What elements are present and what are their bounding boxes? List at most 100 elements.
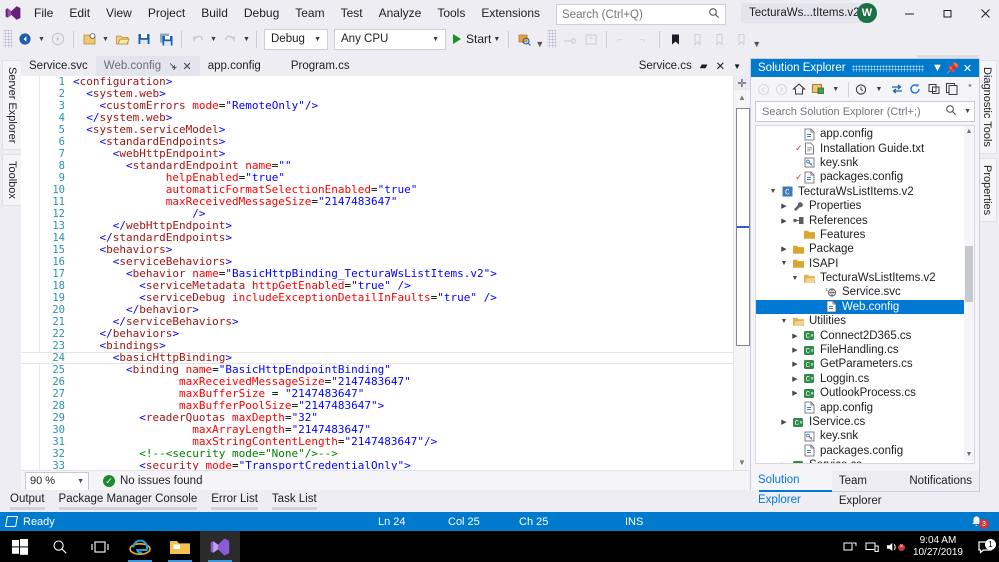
menu-build[interactable]: Build: [193, 0, 236, 26]
tab-list-icon[interactable]: ▰: [696, 61, 712, 72]
tree-item[interactable]: ▶CGetParameters.cs: [756, 357, 974, 371]
solution-explorer-search-box[interactable]: ▼: [755, 101, 975, 122]
maximize-button[interactable]: [928, 0, 966, 26]
tab-error-list[interactable]: Error List: [211, 490, 266, 510]
clock[interactable]: 9:04 AM 10/27/2019: [905, 535, 971, 559]
dock-tab-properties[interactable]: Properties: [978, 158, 997, 222]
tree-item[interactable]: packages.config: [756, 444, 974, 458]
tree-item[interactable]: app.config: [756, 127, 974, 141]
quick-search-box[interactable]: [556, 4, 726, 25]
network-icon[interactable]: [861, 541, 883, 553]
switch-views-icon[interactable]: [809, 79, 827, 99]
action-center-button[interactable]: 1: [971, 539, 999, 555]
tree-expander-icon[interactable]: ▶: [778, 461, 790, 464]
tree-item[interactable]: ▼CTecturaWsListItems.v2: [756, 185, 974, 199]
tree-scroll-thumb[interactable]: [965, 246, 973, 302]
collapse-all-icon[interactable]: [924, 79, 942, 99]
document-tab-app-config[interactable]: app.config: [200, 56, 269, 76]
tab-overflow-icon[interactable]: ▼: [729, 62, 745, 71]
tree-expander-icon[interactable]: ▶: [778, 418, 790, 426]
menu-extensions[interactable]: Extensions: [473, 0, 548, 26]
tree-item[interactable]: ▶CService.cs: [756, 458, 974, 464]
attach-to-process-icon[interactable]: [513, 28, 535, 50]
tree-expander-icon[interactable]: ▼: [778, 260, 790, 267]
menu-test[interactable]: Test: [333, 0, 371, 26]
tree-expander-icon[interactable]: ▶: [778, 217, 790, 225]
solution-search-input[interactable]: [760, 105, 940, 119]
window-menu-icon[interactable]: ▼: [930, 62, 945, 74]
dock-tab-toolbox[interactable]: Toolbox: [2, 154, 21, 206]
pending-changes-dropdown-icon[interactable]: ▼: [870, 79, 888, 99]
tree-item[interactable]: ▼ISAPI: [756, 257, 974, 271]
sync-with-active-document-icon[interactable]: [888, 79, 906, 99]
home-icon[interactable]: [790, 79, 808, 99]
switch-views-dropdown-icon[interactable]: ▼: [827, 79, 845, 99]
tree-expander-icon[interactable]: ▼: [789, 275, 801, 282]
tab-notifications[interactable]: Notifications: [902, 471, 979, 491]
tree-item[interactable]: ▶Properties: [756, 199, 974, 213]
tree-item[interactable]: ▶CConnect2D365.cs: [756, 328, 974, 342]
close-document-icon[interactable]: ✕: [711, 59, 729, 73]
tree-item[interactable]: ▶CLoggin.cs: [756, 372, 974, 386]
tree-item[interactable]: ▶COutlookProcess.cs: [756, 386, 974, 400]
tree-item[interactable]: Features: [756, 228, 974, 242]
close-icon[interactable]: ✕: [183, 60, 192, 73]
comment-selection-icon[interactable]: ⌐: [611, 28, 633, 50]
menu-file[interactable]: File: [26, 0, 61, 26]
pin-icon-se[interactable]: 📌: [945, 62, 960, 75]
save-all-icon[interactable]: [155, 28, 177, 50]
document-tab-service-svc[interactable]: Service.svc: [21, 56, 96, 76]
editor-vertical-scrollbar[interactable]: ✛ ▲ ▼: [733, 76, 750, 470]
solution-tree[interactable]: app.config✓Installation Guide.txtkey.snk…: [755, 125, 975, 464]
search-options-icon[interactable]: ▼: [964, 108, 974, 115]
menu-tools[interactable]: Tools: [429, 0, 473, 26]
solution-configuration-combo[interactable]: Debug ▼: [264, 29, 328, 50]
tree-expander-icon[interactable]: ▶: [789, 375, 801, 383]
forward-icon[interactable]: [772, 79, 790, 99]
hidden-icons-icon[interactable]: [839, 541, 861, 553]
next-bookmark-icon[interactable]: [708, 28, 730, 50]
notifications-button[interactable]: 3: [970, 514, 989, 529]
code-line[interactable]: 33 <security mode="TransportCredentialOn…: [21, 460, 733, 470]
menu-view[interactable]: View: [98, 0, 140, 26]
se-toolbar-overflow-icon[interactable]: ˮ: [961, 79, 979, 99]
tree-item[interactable]: ✓Installation Guide.txt: [756, 141, 974, 155]
start-button[interactable]: [0, 531, 40, 562]
search-input[interactable]: [562, 9, 702, 21]
menu-edit[interactable]: Edit: [61, 0, 98, 26]
navigate-forward-icon[interactable]: [47, 28, 69, 50]
clear-bookmarks-icon[interactable]: [730, 28, 752, 50]
tab-solution-explorer[interactable]: Solution Explorer: [751, 470, 832, 492]
code-editor-surface[interactable]: 1<configuration>2 <system.web>3 <customE…: [21, 76, 733, 470]
start-dropdown[interactable]: ▼: [491, 28, 502, 50]
tree-expander-icon[interactable]: ▶: [789, 389, 801, 397]
solution-platform-combo[interactable]: Any CPU ▼: [334, 29, 446, 50]
tab-task-list[interactable]: Task List: [272, 490, 325, 510]
tree-expander-icon[interactable]: ▶: [778, 202, 790, 210]
file-explorer-button[interactable]: [160, 531, 200, 562]
previous-bookmark-icon[interactable]: [686, 28, 708, 50]
title-drag-dots[interactable]: [852, 65, 924, 72]
close-button[interactable]: [966, 0, 999, 26]
document-tab-program-cs[interactable]: Program.cs: [269, 56, 358, 76]
redo-icon[interactable]: [219, 28, 241, 50]
splitter-icon[interactable]: ✛: [734, 76, 750, 90]
uncomment-selection-icon[interactable]: ¬: [633, 28, 655, 50]
toolbar-overflow-icon[interactable]: ▼: [535, 27, 544, 51]
zoom-level-selector[interactable]: 90 % ▼: [25, 472, 89, 491]
scroll-up-arrow[interactable]: ▲: [734, 90, 750, 105]
avatar[interactable]: W: [857, 3, 877, 23]
tree-item[interactable]: ▼TecturaWsListItems.v2: [756, 271, 974, 285]
toolbar-grip-2[interactable]: [547, 30, 556, 48]
navigate-back-dropdown[interactable]: ▼: [36, 28, 47, 50]
undo-dropdown[interactable]: ▼: [208, 28, 219, 50]
step-over-icon[interactable]: [558, 28, 580, 50]
tree-item[interactable]: app.config: [756, 400, 974, 414]
back-icon[interactable]: [754, 79, 772, 99]
minimize-button[interactable]: [890, 0, 928, 26]
task-view-button[interactable]: [80, 531, 120, 562]
open-file-icon[interactable]: [111, 28, 133, 50]
tree-expander-icon[interactable]: ▶: [789, 332, 801, 340]
menu-project[interactable]: Project: [140, 0, 193, 26]
undo-icon[interactable]: [186, 28, 208, 50]
